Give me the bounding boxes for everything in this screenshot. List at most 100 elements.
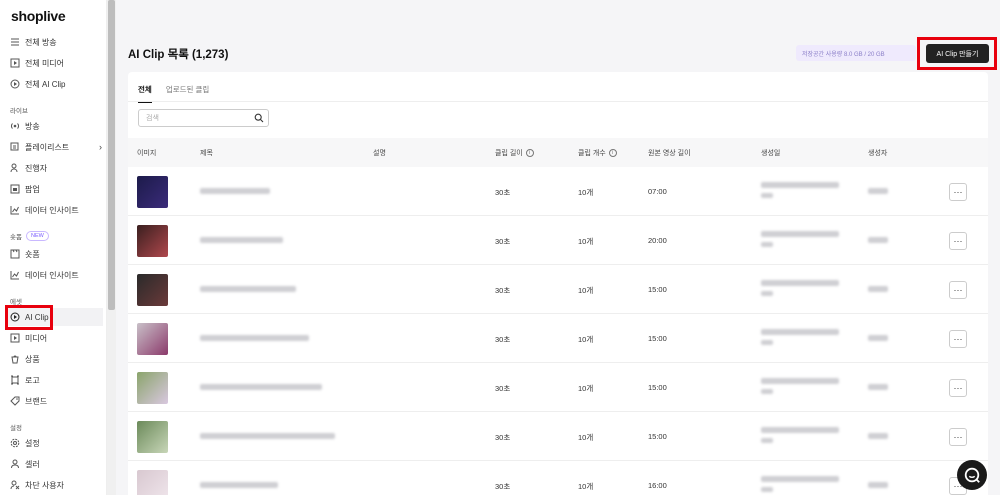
sidebar-item-playlist[interactable]: 플레이리스트 › (10, 138, 102, 156)
sidebar-item-popup[interactable]: 팝업 (10, 180, 102, 198)
more-options-button[interactable]: ··· (949, 281, 967, 299)
sidebar-item-all-media[interactable]: 전체 미디어 (10, 54, 102, 72)
chat-icon (964, 467, 980, 483)
sidebar-item-label: AI Clip (25, 312, 49, 322)
more-options-button[interactable]: ··· (949, 330, 967, 348)
creator-redacted (868, 384, 888, 390)
play-square-icon (10, 58, 20, 68)
seller-icon (10, 459, 20, 469)
sidebar-item-label: 브랜드 (25, 396, 48, 406)
sidebar-item-label: 차단 사용자 (25, 480, 65, 490)
table-row[interactable]: 30초 10개 15:00 ··· (128, 314, 988, 363)
sidebar-item-blocked-users[interactable]: 차단 사용자 (10, 476, 102, 494)
sidebar-item-label: 진행자 (25, 163, 48, 173)
col-clip-length-label: 클립 길이 (495, 150, 523, 157)
list-icon (10, 37, 20, 47)
info-icon[interactable]: i (525, 149, 534, 157)
col-source-length: 원본 영상 길이 (648, 150, 691, 157)
sidebar-item-host[interactable]: 진행자 (10, 159, 102, 177)
created-at-redacted (761, 231, 839, 237)
created-at-redacted (761, 182, 839, 188)
created-at-redacted (761, 427, 839, 433)
clip-length-cell: 30초 (495, 384, 511, 393)
clip-count-cell: 10개 (578, 482, 594, 491)
clip-title-redacted[interactable] (200, 286, 296, 292)
clip-thumbnail[interactable] (137, 225, 168, 257)
clip-thumbnail[interactable] (137, 176, 168, 208)
sidebar-item-seller[interactable]: 셀러 (10, 455, 102, 473)
clip-length-cell: 30초 (495, 237, 511, 246)
clip-title-redacted[interactable] (200, 384, 322, 390)
sidebar-item-all-broadcasts[interactable]: 전체 방송 (10, 33, 102, 51)
sidebar-item-label: 팝업 (25, 184, 40, 194)
sidebar-item-all-ai-clip[interactable]: 전체 AI Clip (10, 75, 102, 93)
clip-title-redacted[interactable] (200, 188, 270, 194)
sidebar-item-brand[interactable]: 브랜드 (10, 392, 102, 410)
table-row[interactable]: 30초 10개 15:00 ··· (128, 412, 988, 461)
col-clip-count-label: 클립 개수 (578, 150, 606, 157)
sidebar-scrollbar-thumb[interactable] (108, 0, 115, 310)
more-options-button[interactable]: ··· (949, 232, 967, 250)
create-ai-clip-button[interactable]: AI Clip 만들기 (926, 44, 989, 63)
created-at-redacted (761, 487, 773, 492)
table-header: 이미지 제목 설명 클립 길이 i 클립 개수 i 원본 영상 길이 생성일 생… (128, 138, 988, 167)
clip-title-redacted[interactable] (200, 237, 283, 243)
source-length-cell: 15:00 (648, 432, 667, 441)
clip-thumbnail[interactable] (137, 274, 168, 306)
created-at-redacted (761, 193, 773, 198)
more-options-button[interactable]: ··· (949, 428, 967, 446)
clip-count-cell: 10개 (578, 237, 594, 246)
sidebar-item-label: 셀러 (25, 459, 40, 469)
popup-icon (10, 184, 20, 194)
sidebar-item-settings[interactable]: 설정 (10, 434, 102, 452)
new-badge: NEW (25, 231, 49, 241)
product-icon (10, 354, 20, 364)
sidebar-item-live-insight[interactable]: 데이터 인사이트 (10, 201, 102, 219)
sidebar-item-label: 데이터 인사이트 (25, 205, 79, 215)
search-icon[interactable] (254, 113, 264, 123)
clip-length-cell: 30초 (495, 335, 511, 344)
sidebar-item-label: 데이터 인사이트 (25, 270, 79, 280)
sidebar-item-label: 숏폼 (25, 249, 40, 259)
table-row[interactable]: 30초 10개 15:00 ··· (128, 363, 988, 412)
section-shorts-label: 숏폼 (10, 234, 22, 241)
clip-length-cell: 30초 (495, 286, 511, 295)
created-at-redacted (761, 329, 839, 335)
more-options-button[interactable]: ··· (949, 183, 967, 201)
table-row[interactable]: 30초 10개 16:00 ··· (128, 461, 988, 495)
col-clip-length: 클립 길이 i (495, 148, 534, 158)
clip-title-redacted[interactable] (200, 335, 309, 341)
chat-support-button[interactable] (957, 460, 987, 490)
col-title: 제목 (200, 150, 213, 157)
sidebar-item-product[interactable]: 상품 (10, 350, 102, 368)
sidebar-item-shorts-insight[interactable]: 데이터 인사이트 (10, 266, 102, 284)
clip-thumbnail[interactable] (137, 470, 168, 495)
source-length-cell: 15:00 (648, 334, 667, 343)
clip-count-cell: 10개 (578, 335, 594, 344)
sidebar-item-label: 로고 (25, 375, 40, 385)
table-row[interactable]: 30초 10개 20:00 ··· (128, 216, 988, 265)
sidebar-item-logo[interactable]: 로고 (10, 371, 102, 389)
clip-thumbnail[interactable] (137, 323, 168, 355)
col-clip-count: 클립 개수 i (578, 148, 617, 158)
info-icon[interactable]: i (608, 149, 617, 157)
search-input[interactable]: 검색 (138, 109, 269, 127)
clip-title-redacted[interactable] (200, 482, 278, 488)
host-icon (10, 163, 20, 173)
sidebar-item-media[interactable]: 미디어 (10, 329, 102, 347)
sidebar-item-label: 설정 (25, 438, 40, 448)
sidebar-item-ai-clip[interactable]: AI Clip (5, 308, 103, 326)
clip-title-redacted[interactable] (200, 433, 335, 439)
more-options-button[interactable]: ··· (949, 379, 967, 397)
source-length-cell: 15:00 (648, 383, 667, 392)
table-row[interactable]: 30초 10개 15:00 ··· (128, 265, 988, 314)
chevron-right-icon[interactable]: › (99, 142, 102, 152)
clip-thumbnail[interactable] (137, 421, 168, 453)
created-at-redacted (761, 476, 839, 482)
clip-thumbnail[interactable] (137, 372, 168, 404)
app-logo[interactable]: shoplive (11, 8, 66, 24)
sidebar-item-label: 미디어 (25, 333, 48, 343)
sidebar-item-shorts[interactable]: 숏폼 (10, 245, 102, 263)
table-row[interactable]: 30초 10개 07:00 ··· (128, 167, 988, 216)
sidebar-item-broadcast[interactable]: 방송 (10, 117, 102, 135)
